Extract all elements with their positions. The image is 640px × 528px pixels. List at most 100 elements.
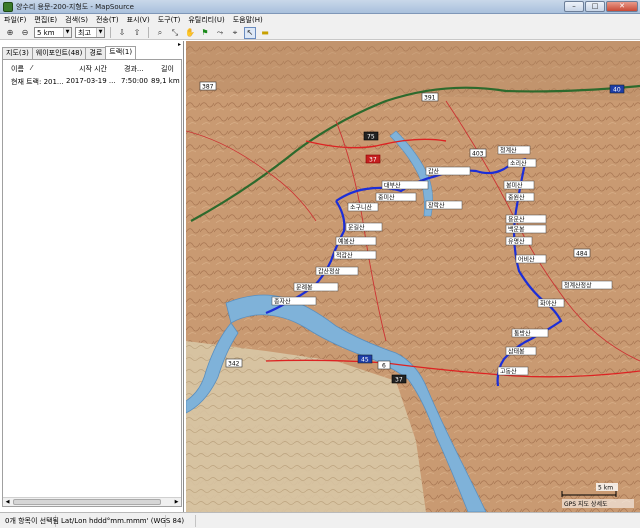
close-button[interactable]: ✕ (606, 1, 638, 12)
menu-file[interactable]: 파일(F) (4, 15, 26, 25)
svg-text:문례봉: 문례봉 (296, 284, 313, 292)
svg-text:소구니산: 소구니산 (350, 204, 373, 212)
waypoint-label[interactable]: 중원산 (505, 192, 535, 202)
tab-maps[interactable]: 지도(3) (2, 47, 33, 59)
waypoint-label[interactable]: 운길산 (345, 222, 383, 232)
receive-from-device-icon[interactable]: ⇩ (116, 27, 128, 39)
svg-text:봉미산: 봉미산 (506, 182, 523, 190)
map-view[interactable]: 387 391 75 37 403 40 484 342 45 6 37 청계산… (186, 41, 640, 512)
toolbar-separator (110, 27, 111, 38)
svg-text:중원산: 중원산 (508, 194, 525, 202)
highway-shield-75: 75 (363, 131, 379, 141)
highway-shield-391: 391 (421, 92, 439, 102)
detail-level-select[interactable]: 최고 ▼ (75, 27, 105, 38)
waypoint-label[interactable]: 봉미산 (503, 180, 535, 190)
column-name[interactable]: 이름 (11, 64, 24, 74)
panel-tabs: 지도(3) 웨이포인트(48) 경로 트랙(1) (2, 46, 137, 59)
waypoint-label[interactable]: 갑산 (425, 166, 471, 176)
minimize-button[interactable]: – (564, 1, 584, 12)
sort-icon: ⁄ (31, 64, 33, 72)
waypoint-label[interactable]: 통방산 (511, 328, 549, 338)
route-tool-icon[interactable]: ⤳ (214, 27, 226, 39)
waypoint-label[interactable]: 청계산 (497, 145, 531, 155)
svg-text:갑산: 갑산 (428, 168, 440, 176)
svg-text:청계산: 청계산 (500, 147, 517, 155)
svg-text:용문산: 용문산 (508, 216, 525, 224)
waypoint-label[interactable]: 어비산 (515, 254, 547, 264)
menu-tools[interactable]: 도구(T) (158, 15, 181, 25)
waypoint-label[interactable]: 고동산 (497, 366, 529, 376)
waypoint-label[interactable]: 갑산정상 (315, 266, 359, 276)
menu-view[interactable]: 표시(V) (127, 15, 150, 25)
waypoint-label[interactable]: 중미산 (375, 192, 417, 202)
menu-help[interactable]: 도움말(H) (233, 15, 263, 25)
track-list-header: 이름 ⁄ 시작 시간 경과... 길이 (3, 64, 181, 75)
waypoint-label[interactable]: 유명산 (505, 236, 533, 246)
zoom-scale-value: 5 km (37, 28, 55, 37)
svg-text:삼태봉: 삼태봉 (508, 348, 525, 356)
highway-shield-6: 6 (377, 360, 391, 370)
selection-tool-icon[interactable]: ⤡ (169, 27, 181, 39)
waypoint-flag-icon[interactable]: ⚑ (199, 27, 211, 39)
waypoint-label[interactable]: 예봉산 (335, 236, 377, 246)
highway-label: 484 (576, 251, 588, 258)
svg-text:청계산정상: 청계산정상 (564, 282, 592, 290)
scroll-left-icon[interactable]: ◀ (3, 498, 12, 506)
scroll-right-icon[interactable]: ▶ (172, 498, 181, 506)
tab-tracks[interactable]: 트랙(1) (105, 46, 137, 59)
zoom-out-icon[interactable]: ⊖ (19, 27, 31, 39)
highway-shield-403: 403 (469, 148, 487, 158)
column-elapsed[interactable]: 경과... (124, 64, 144, 74)
waypoint-label[interactable]: 문례봉 (293, 282, 339, 292)
svg-text:백운봉: 백운봉 (508, 226, 525, 234)
highway-shield-37b: 37 (391, 374, 407, 384)
highway-label: 387 (202, 84, 214, 91)
highway-shield-37: 37 (365, 154, 381, 164)
highway-label: 75 (367, 134, 375, 141)
waypoint-label[interactable]: 백운봉 (505, 224, 547, 234)
waypoint-label[interactable]: 삼태봉 (505, 346, 537, 356)
svg-text:중미산: 중미산 (378, 194, 395, 202)
menu-search[interactable]: 검색(S) (65, 15, 88, 25)
highway-label: 37 (369, 157, 377, 164)
menu-transfer[interactable]: 전송(T) (96, 15, 119, 25)
waypoint-label[interactable]: 대부산 (381, 180, 429, 190)
status-bar: 0개 항목이 선택됨 Lat/Lon hddd°mm.mmm' (WGS 84) (0, 512, 640, 528)
zoom-tool-icon[interactable]: ⌕ (154, 27, 166, 39)
column-start-time[interactable]: 시작 시간 (79, 64, 107, 74)
track-elapsed: 7:50:00 (121, 77, 148, 85)
zoom-scale-select[interactable]: 5 km ▼ (34, 27, 72, 38)
tab-routes[interactable]: 경로 (85, 47, 107, 59)
zoom-in-icon[interactable]: ⊕ (4, 27, 16, 39)
waypoint-label[interactable]: 용문산 (505, 214, 547, 224)
highway-label: 391 (424, 95, 436, 102)
highway-label: 45 (361, 357, 369, 364)
panel-collapse-icon[interactable]: ▸ (176, 41, 183, 49)
menu-utilities[interactable]: 유틸리티(U) (188, 15, 224, 25)
pointer-tool-icon[interactable]: ↖ (244, 26, 256, 39)
maximize-button[interactable]: □ (585, 1, 605, 12)
measure-icon[interactable]: ▬ (259, 27, 271, 39)
scrollbar-thumb[interactable] (13, 499, 161, 505)
track-length: 89,1 km (151, 77, 180, 85)
svg-text:갑산정상: 갑산정상 (318, 268, 341, 276)
hand-tool-icon[interactable]: ✋ (184, 27, 196, 39)
horizontal-scrollbar[interactable]: ◀ ▶ (3, 497, 181, 506)
highway-label: 403 (472, 151, 484, 158)
waypoint-label[interactable]: 화야산 (537, 298, 565, 308)
detail-level-value: 최고 (78, 28, 91, 37)
waypoint-label[interactable]: 소구니산 (347, 202, 379, 212)
table-row[interactable]: 현재 트랙: 201... 2017-03-19 ... 7:50:00 89,… (3, 77, 181, 87)
waypoint-label[interactable]: 종자산 (271, 296, 317, 306)
column-length[interactable]: 길이 (161, 64, 174, 74)
svg-text:고동산: 고동산 (500, 368, 517, 376)
highway-label: 40 (613, 87, 621, 94)
waypoint-label[interactable]: 청계산정상 (561, 280, 613, 290)
waypoint-label[interactable]: 적갑산 (333, 250, 377, 260)
waypoint-label[interactable]: 장락산 (425, 200, 463, 210)
waypoint-label[interactable]: 소리산 (507, 158, 537, 168)
distance-tool-icon[interactable]: ⌖ (229, 27, 241, 39)
send-to-device-icon[interactable]: ⇧ (131, 27, 143, 39)
menu-edit[interactable]: 편집(E) (34, 15, 57, 25)
tab-waypoints[interactable]: 웨이포인트(48) (31, 47, 87, 59)
